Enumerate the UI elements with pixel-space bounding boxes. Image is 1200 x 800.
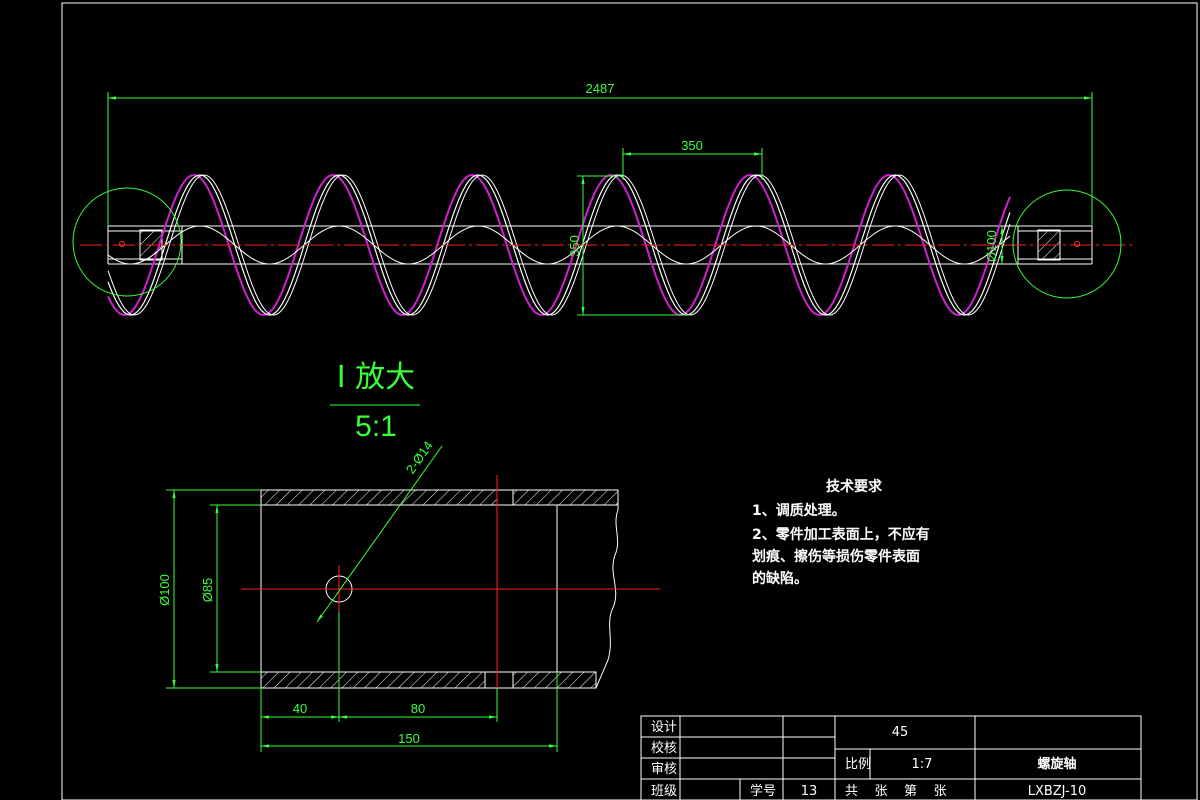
drawing-frame <box>61 2 1198 800</box>
tech-req-heading: 技术要求 <box>826 478 883 495</box>
detail-circle-right <box>1012 189 1122 299</box>
tb-check-label: 校核 <box>651 740 677 756</box>
tb-design-label: 设计 <box>651 720 677 735</box>
dim-hole-callout: 2-Ø14 <box>403 438 436 476</box>
tb-scale-label: 比例 <box>845 757 871 772</box>
tb-material: 45 <box>892 725 909 740</box>
dim-pitch: 350 <box>681 138 703 153</box>
tb-student-no: 13 <box>801 784 818 799</box>
detail-circle-left <box>72 187 182 297</box>
dim-detail-150: 150 <box>398 731 420 746</box>
screw-shaft-view <box>72 173 1132 317</box>
tb-class-label: 班级 <box>651 784 677 799</box>
dim-detail-40: 40 <box>293 701 307 716</box>
tb-sheets: 共 张 第 张 <box>845 784 947 799</box>
dim-detail-outer-diameter: Ø100 <box>157 574 172 606</box>
dim-overall-length: 2487 <box>586 81 615 96</box>
tb-student-no-label: 学号 <box>750 783 776 799</box>
dim-detail-inner-diameter: Ø85 <box>200 578 215 603</box>
detail-scale: 5:1 <box>355 410 397 443</box>
detail-view <box>241 475 660 700</box>
dim-detail-80: 80 <box>411 701 425 716</box>
tech-requirements: 技术要求 1、调质处理。 2、零件加工表面上，不应有 划痕、擦伤等损伤零件表面 … <box>752 478 930 587</box>
tb-review-label: 审核 <box>651 762 677 777</box>
tech-req-line-3: 划痕、擦伤等损伤零件表面 <box>752 548 920 565</box>
detail-title: I 放大 <box>337 360 415 395</box>
tech-req-line-4: 的缺陷。 <box>752 570 808 587</box>
tb-scale-value: 1:7 <box>912 757 933 772</box>
dim-flight-diameter: 350 <box>567 235 582 257</box>
tech-req-line-2: 2、零件加工表面上，不应有 <box>752 526 930 543</box>
tech-req-line-1: 1、调质处理。 <box>752 502 846 519</box>
tb-part-name: 螺旋轴 <box>1037 756 1076 772</box>
dim-shaft-diameter: Ø100 <box>984 230 999 262</box>
cad-drawing: 2487 350 350 Ø100 I 放大 5:1 Ø100 Ø85 2-Ø1… <box>61 2 1198 800</box>
tb-drawing-no: LXBZJ-10 <box>1028 784 1087 799</box>
